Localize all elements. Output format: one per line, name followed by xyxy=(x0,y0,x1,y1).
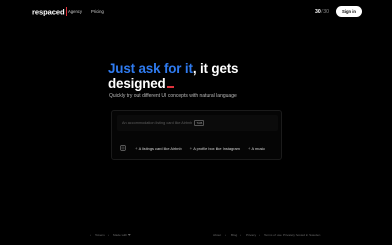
footer-link-tokens[interactable]: Tokens xyxy=(95,233,105,237)
credits-total: 30 xyxy=(323,8,330,15)
credits-used: 30 xyxy=(315,8,321,15)
prompt-input[interactable]: An accommodation listing card like Airbn… xyxy=(117,115,278,131)
footer-link-about[interactable]: About xyxy=(213,233,221,237)
footer-dot: • xyxy=(225,232,227,237)
hero-subtitle: Quickly try out different UI concepts wi… xyxy=(109,93,237,99)
hero-title-line2: designed xyxy=(108,75,166,91)
logo[interactable]: respaced xyxy=(32,7,67,17)
hero-title-highlight: Just ask for it xyxy=(108,61,193,76)
tab-key-hint: TAB xyxy=(194,120,205,126)
footer-dot: • xyxy=(108,232,110,237)
plus-icon: + xyxy=(135,145,138,151)
footer-link-blog[interactable]: Blog xyxy=(231,233,237,237)
logo-text: respaced xyxy=(32,7,65,17)
prompt-placeholder: An accommodation listing card like Airbn… xyxy=(122,121,193,125)
hero-title: Just ask for it, it gets designed xyxy=(108,61,308,91)
suggestion-chip-music[interactable]: + A music xyxy=(248,146,265,151)
credits-counter: 30/30 xyxy=(315,9,329,15)
logo-cursor-mark xyxy=(65,7,67,16)
plus-icon: + xyxy=(189,145,193,151)
nav-link-agency[interactable]: Agency xyxy=(68,9,82,14)
hero-title-rest: , it gets xyxy=(192,61,239,76)
title-cursor-mark xyxy=(166,86,174,88)
footer-dot: • xyxy=(259,232,261,237)
plus-icon: + xyxy=(247,145,251,151)
nav-link-pricing[interactable]: Pricing xyxy=(91,9,104,14)
suggestion-row: + A listings card like Airbnb + A profile … xyxy=(119,143,265,153)
suggestion-chip-profile-box[interactable]: + A profile box like Instagram xyxy=(190,146,240,151)
sign-in-button[interactable]: Sign in xyxy=(336,6,362,17)
shuffle-icon[interactable] xyxy=(119,144,127,152)
footer-link-privacy[interactable]: Privacy xyxy=(246,233,256,237)
footer-dot: • xyxy=(240,232,242,237)
suggestion-label: A music xyxy=(251,145,266,151)
top-bar: respaced Agency Pricing 30/30 Sign in xyxy=(0,0,392,24)
suggestion-chip-listings-card[interactable]: + A listings card like Airbnb xyxy=(135,146,182,151)
footer-hosted-note: Privately hosted in Sweden xyxy=(283,232,321,237)
suggestion-label: A listings card like Airbnb xyxy=(138,145,182,151)
suggestion-label: A profile box like Instagram xyxy=(193,145,240,151)
footer: • Tokens • Made with ❤ About • Blog • Pr… xyxy=(0,230,392,240)
prompt-card: An accommodation listing card like Airbn… xyxy=(111,110,282,160)
footer-dot: • xyxy=(90,232,92,237)
footer-link-made-with[interactable]: Made with ❤ xyxy=(113,233,131,237)
footer-link-terms: Terms of use xyxy=(264,232,282,237)
